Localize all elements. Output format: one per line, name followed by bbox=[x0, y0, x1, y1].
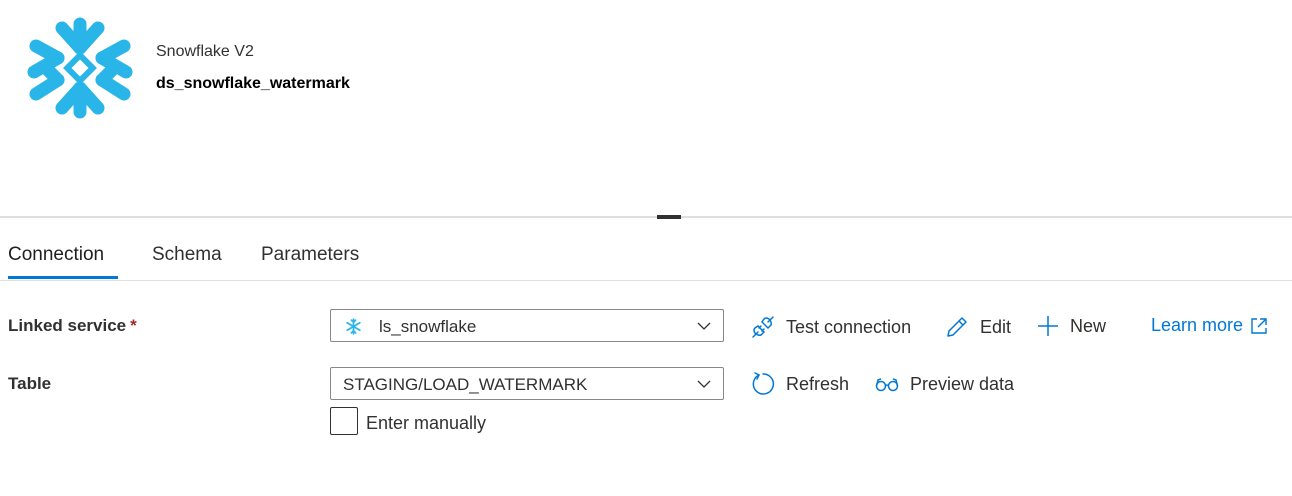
preview-data-label: Preview data bbox=[910, 373, 1015, 394]
dataset-header: Snowflake V2 ds_snowflake_watermark bbox=[0, 0, 1292, 200]
chevron-down-icon bbox=[697, 322, 711, 330]
pane-splitter[interactable] bbox=[0, 216, 1292, 218]
new-label: New bbox=[1070, 315, 1107, 336]
new-button[interactable]: New bbox=[1036, 314, 1106, 338]
test-connection-button[interactable]: Test connection bbox=[750, 314, 911, 340]
tab-schema[interactable]: Schema bbox=[152, 244, 222, 266]
plug-connect-icon bbox=[752, 316, 774, 338]
chevron-down-icon bbox=[697, 380, 711, 388]
edit-button[interactable]: Edit bbox=[944, 314, 1011, 340]
linked-service-label-text: Linked service bbox=[8, 316, 127, 335]
table-dropdown[interactable]: STAGING/LOAD_WATERMARK bbox=[330, 367, 724, 400]
enter-manually-checkbox[interactable] bbox=[330, 407, 358, 435]
enter-manually-label[interactable]: Enter manually bbox=[366, 413, 486, 434]
refresh-label: Refresh bbox=[786, 373, 850, 394]
splitter-handle[interactable] bbox=[657, 215, 681, 219]
active-tab-indicator bbox=[8, 276, 118, 279]
pencil-icon bbox=[947, 317, 967, 337]
tab-bar: Connection Schema Parameters bbox=[0, 236, 1292, 281]
edit-label: Edit bbox=[980, 316, 1012, 337]
required-marker: * bbox=[130, 316, 137, 335]
plus-icon bbox=[1038, 316, 1058, 336]
glasses-icon bbox=[875, 378, 899, 392]
refresh-icon bbox=[752, 372, 775, 395]
tab-connection[interactable]: Connection bbox=[8, 244, 104, 266]
test-connection-label: Test connection bbox=[786, 316, 912, 337]
table-value: STAGING/LOAD_WATERMARK bbox=[343, 375, 588, 394]
refresh-button[interactable]: Refresh bbox=[750, 371, 849, 397]
tab-parameters[interactable]: Parameters bbox=[261, 244, 359, 266]
snowflake-logo-icon bbox=[27, 17, 133, 119]
linked-service-dropdown[interactable]: ls_snowflake bbox=[330, 309, 724, 342]
dataset-type-label: Snowflake V2 bbox=[156, 43, 254, 60]
linked-service-value: ls_snowflake bbox=[379, 317, 477, 336]
learn-more-label: Learn more bbox=[1151, 315, 1244, 335]
table-label: Table bbox=[8, 374, 52, 393]
linked-service-label: Linked service * bbox=[8, 316, 137, 336]
learn-more-link[interactable]: Learn more bbox=[1151, 315, 1269, 336]
dataset-name: ds_snowflake_watermark bbox=[156, 75, 350, 92]
snowflake-icon bbox=[346, 318, 361, 335]
external-link-icon bbox=[1251, 317, 1267, 334]
preview-data-button[interactable]: Preview data bbox=[874, 371, 1014, 397]
